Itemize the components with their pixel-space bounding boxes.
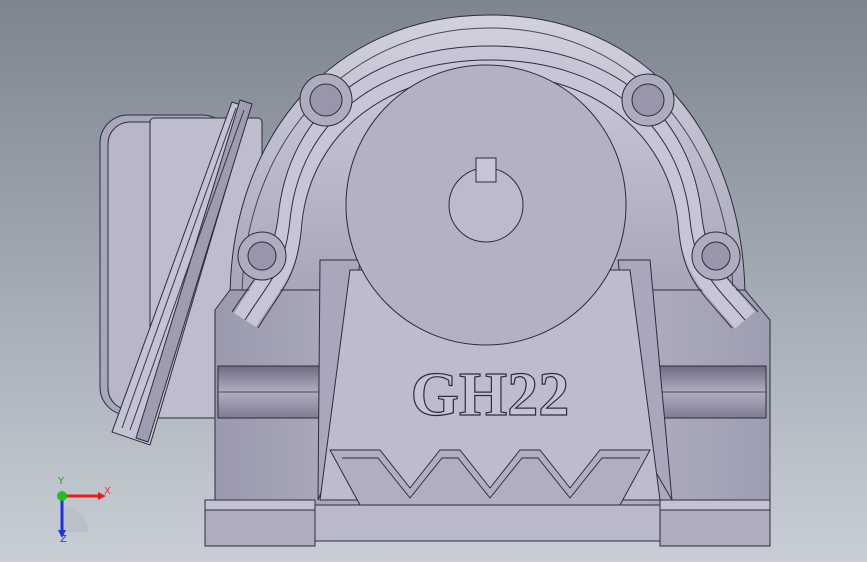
base-feet xyxy=(204,499,771,547)
graphics-viewport[interactable]: GH22 X Y Z xyxy=(0,0,867,562)
z-axis-label: Z xyxy=(60,534,67,545)
x-axis-label: X xyxy=(104,486,111,497)
y-axis-label: Y xyxy=(58,476,65,487)
y-axis-dot xyxy=(57,491,67,501)
model-label: GH22 xyxy=(411,361,569,429)
output-disc xyxy=(345,64,627,346)
keyway xyxy=(475,157,497,183)
orientation-triad: X Y Z xyxy=(40,476,120,546)
gearbox-model[interactable]: GH22 xyxy=(0,0,867,562)
